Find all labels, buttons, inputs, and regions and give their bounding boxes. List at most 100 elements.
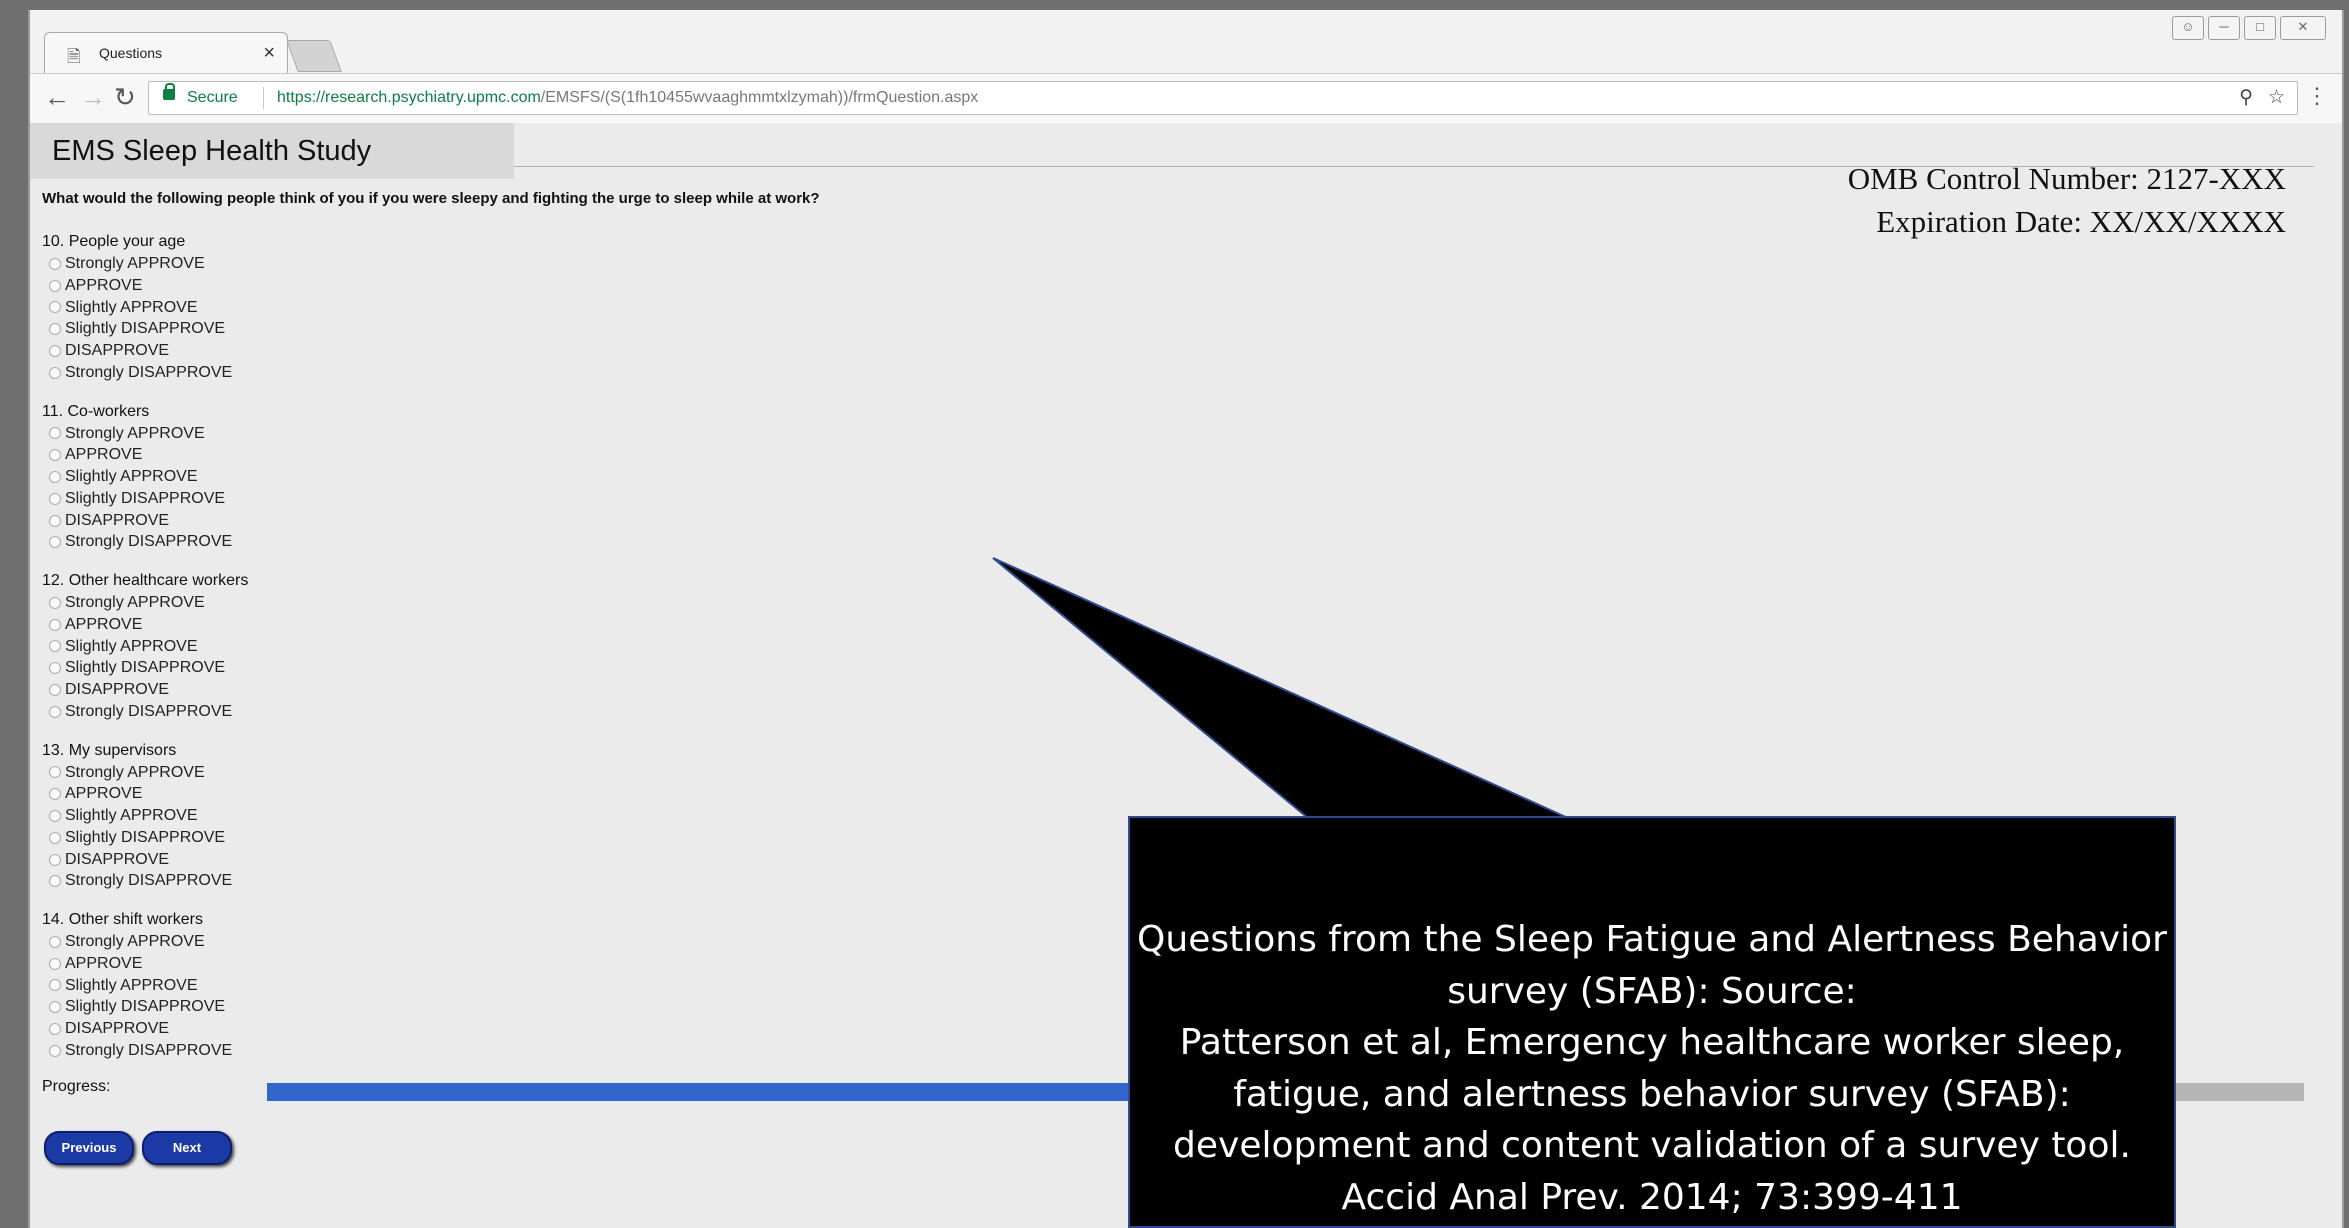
option-label: Slightly DISAPPROVE <box>65 320 226 338</box>
option-row[interactable]: Strongly APPROVE <box>42 931 342 953</box>
radio-button[interactable] <box>49 1023 61 1036</box>
zoom-icon[interactable]: ⚲ <box>2239 86 2253 109</box>
radio-button[interactable] <box>49 596 61 609</box>
option-row[interactable]: Strongly DISAPPROVE <box>42 701 342 723</box>
radio-button[interactable] <box>49 640 61 653</box>
option-label: Slightly APPROVE <box>65 468 198 486</box>
radio-button[interactable] <box>49 449 61 462</box>
radio-button[interactable] <box>49 662 61 675</box>
item-label: 10. People your age <box>42 233 186 250</box>
url-text[interactable]: https://research.psychiatry.upmc.com/EMS… <box>277 89 978 107</box>
radio-button[interactable] <box>49 618 61 631</box>
maximize-icon[interactable]: □ <box>2244 16 2276 40</box>
radio-button[interactable] <box>49 279 61 292</box>
option-row[interactable]: DISAPPROVE <box>42 849 342 871</box>
option-row[interactable]: APPROVE <box>42 783 342 805</box>
option-label: Slightly DISAPPROVE <box>65 998 226 1016</box>
option-row[interactable]: Strongly APPROVE <box>42 253 342 275</box>
option-label: Strongly DISAPPROVE <box>65 872 233 890</box>
citation-callout: Questions from the Sleep Fatigue and Ale… <box>1128 816 2176 1228</box>
close-window-icon[interactable]: ✕ <box>2280 16 2326 40</box>
address-bar[interactable]: Secure https://research.psychiatry.upmc.… <box>148 81 2298 115</box>
option-row[interactable]: Slightly DISAPPROVE <box>42 657 342 679</box>
option-label: Strongly APPROVE <box>65 763 205 781</box>
option-row[interactable]: Slightly APPROVE <box>42 636 342 658</box>
expiration-date: Expiration Date: XX/XX/XXXX <box>1876 204 2286 239</box>
option-row[interactable]: Strongly APPROVE <box>42 423 342 445</box>
option-row[interactable]: Slightly APPROVE <box>42 805 342 827</box>
option-row[interactable]: Slightly DISAPPROVE <box>42 318 342 340</box>
option-label: APPROVE <box>65 785 143 803</box>
radio-button[interactable] <box>49 684 61 697</box>
progress-label: Progress: <box>42 1078 111 1095</box>
radio-button[interactable] <box>49 809 61 822</box>
option-label: DISAPPROVE <box>65 342 170 360</box>
option-label: Slightly DISAPPROVE <box>65 659 226 677</box>
option-row[interactable]: Strongly APPROVE <box>42 762 342 784</box>
radio-button[interactable] <box>49 323 61 336</box>
option-row[interactable]: Slightly DISAPPROVE <box>42 996 342 1018</box>
radio-button[interactable] <box>49 514 61 527</box>
radio-button[interactable] <box>49 427 61 440</box>
minimize-icon[interactable]: ─ <box>2208 16 2240 40</box>
option-label: DISAPPROVE <box>65 850 170 868</box>
star-icon[interactable]: ☆ <box>2268 86 2285 109</box>
option-row[interactable]: DISAPPROVE <box>42 679 342 701</box>
radio-button[interactable] <box>49 875 61 888</box>
radio-button[interactable] <box>49 957 61 970</box>
lock-icon <box>163 83 175 100</box>
option-row[interactable]: Strongly DISAPPROVE <box>42 1040 342 1062</box>
option-label: DISAPPROVE <box>65 1020 170 1038</box>
radio-button[interactable] <box>49 831 61 844</box>
tab-close-icon[interactable]: × <box>263 42 275 65</box>
radio-button[interactable] <box>49 853 61 866</box>
option-row[interactable]: DISAPPROVE <box>42 340 342 362</box>
radio-button[interactable] <box>49 1044 61 1057</box>
secure-label: Secure <box>187 89 238 106</box>
option-row[interactable]: Slightly APPROVE <box>42 297 342 319</box>
radio-button[interactable] <box>49 492 61 505</box>
radio-button[interactable] <box>49 345 61 358</box>
option-label: Strongly APPROVE <box>65 255 205 272</box>
radio-button[interactable] <box>49 301 61 314</box>
radio-button[interactable] <box>49 1001 61 1014</box>
reload-icon[interactable]: ↻ <box>114 82 136 113</box>
option-row[interactable]: Strongly DISAPPROVE <box>42 870 342 892</box>
option-row[interactable]: APPROVE <box>42 953 342 975</box>
previous-button[interactable]: Previous <box>44 1131 134 1165</box>
back-icon[interactable]: ← <box>44 82 70 113</box>
option-row[interactable]: APPROVE <box>42 275 342 297</box>
option-row[interactable]: Slightly APPROVE <box>42 975 342 997</box>
citation-line: Questions from the Sleep Fatigue and Ale… <box>1137 919 2167 960</box>
radio-button[interactable] <box>49 470 61 483</box>
option-row[interactable]: Strongly APPROVE <box>42 592 342 614</box>
new-tab-button[interactable] <box>286 40 342 72</box>
option-row[interactable]: APPROVE <box>42 614 342 636</box>
radio-button[interactable] <box>49 705 61 718</box>
radio-button[interactable] <box>49 788 61 801</box>
radio-button[interactable] <box>49 366 61 379</box>
radio-button[interactable] <box>49 979 61 992</box>
option-label: Slightly DISAPPROVE <box>65 489 226 507</box>
browser-toolbar: ← → ↻ Secure https://research.psychiatry… <box>30 73 2342 124</box>
option-row[interactable]: Slightly DISAPPROVE <box>42 827 342 849</box>
radio-button[interactable] <box>49 935 61 948</box>
option-row[interactable]: DISAPPROVE <box>42 510 342 532</box>
question-item-10: 10. People your age Strongly APPROVE APP… <box>42 231 342 401</box>
question-text: What would the following people think of… <box>42 190 820 207</box>
option-row[interactable]: Strongly DISAPPROVE <box>42 362 342 384</box>
menu-icon[interactable]: ⋮ <box>2306 83 2328 109</box>
profile-icon[interactable]: ☺ <box>2172 16 2204 40</box>
option-row[interactable]: Slightly APPROVE <box>42 466 342 488</box>
radio-button[interactable] <box>49 257 61 270</box>
tab-questions[interactable]: 🗎 Questions × <box>44 32 288 73</box>
tab-strip: 🗎 Questions × ☺ ─ □ ✕ <box>30 10 2342 73</box>
radio-button[interactable] <box>49 536 61 549</box>
next-button[interactable]: Next <box>142 1131 232 1165</box>
option-row[interactable]: DISAPPROVE <box>42 1018 342 1040</box>
option-row[interactable]: Strongly DISAPPROVE <box>42 531 342 553</box>
radio-button[interactable] <box>49 766 61 779</box>
option-row[interactable]: APPROVE <box>42 444 342 466</box>
forward-icon[interactable]: → <box>80 82 106 113</box>
option-row[interactable]: Slightly DISAPPROVE <box>42 488 342 510</box>
